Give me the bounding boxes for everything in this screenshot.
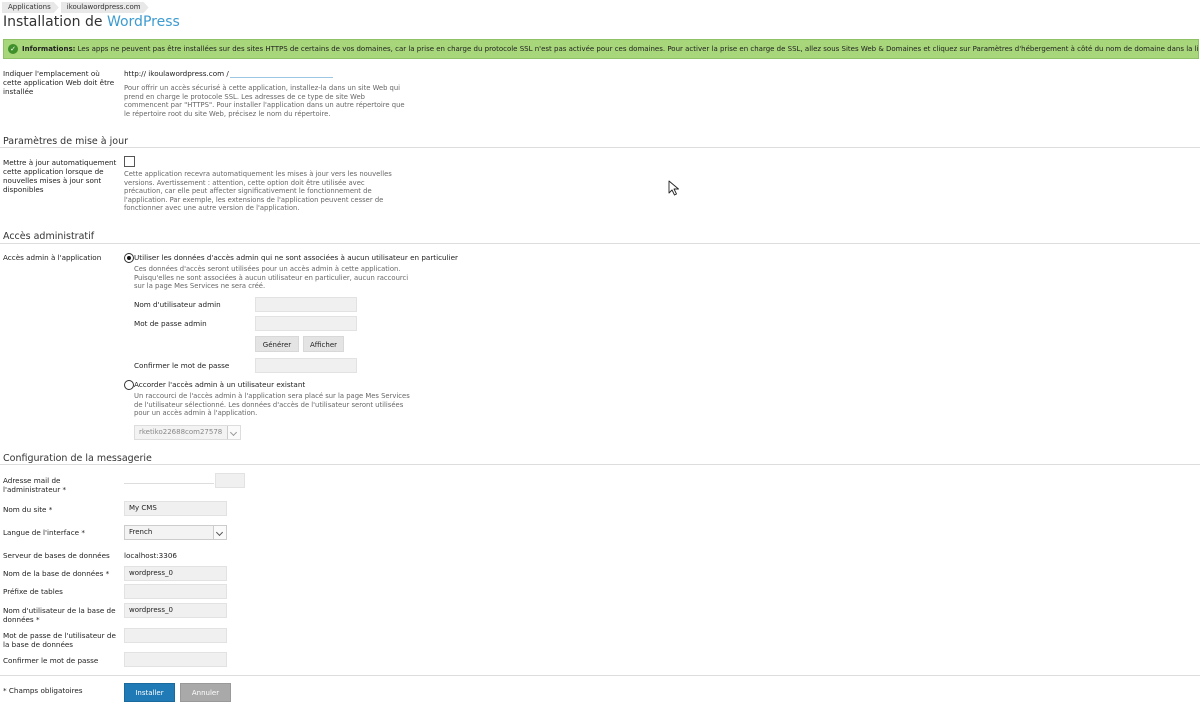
db-password-input[interactable] xyxy=(124,628,227,643)
show-password-button[interactable]: Afficher xyxy=(303,336,344,352)
info-label: Informations: xyxy=(22,45,76,53)
divider xyxy=(0,243,1200,244)
admin-password-input[interactable] xyxy=(255,316,357,331)
site-name-input[interactable]: My CMS xyxy=(124,501,227,516)
db-server-value: localhost:3306 xyxy=(124,551,177,560)
divider xyxy=(0,464,1200,465)
chevron-down-icon xyxy=(227,426,240,439)
existing-user-value: rketiko22688com27578 xyxy=(139,428,223,436)
divider xyxy=(0,147,1200,148)
table-prefix-label: Préfixe de tables xyxy=(3,587,63,596)
page-title-prefix: Installation de xyxy=(3,14,107,30)
language-select[interactable]: French xyxy=(124,525,227,540)
admin-email-label: Adresse mail de l'administrateur * xyxy=(3,476,67,494)
info-message: ✓ Informations: Les apps ne peuvent pas … xyxy=(3,39,1199,59)
admin-section-title: Accès administratif xyxy=(3,231,95,242)
language-value: French xyxy=(129,528,153,536)
admin-confirm-label: Confirmer le mot de passe xyxy=(134,361,230,370)
db-server-label: Serveur de bases de données xyxy=(3,551,110,560)
db-password-label: Mot de passe de l'utilisateur de la base… xyxy=(3,631,116,649)
cancel-button[interactable]: Annuler xyxy=(180,683,231,702)
divider xyxy=(0,675,1200,676)
mouse-pointer-icon xyxy=(668,180,679,196)
site-name-label: Nom du site * xyxy=(3,505,53,514)
page-title-brand: WordPress xyxy=(106,14,180,30)
breadcrumb-applications[interactable]: Applications xyxy=(2,2,59,13)
required-fields-note: * Champs obligatoires xyxy=(3,686,83,695)
admin-confirm-input[interactable] xyxy=(255,358,357,373)
language-label: Langue de l'interface * xyxy=(3,528,85,537)
install-button[interactable]: Installer xyxy=(124,683,175,702)
info-text: Les apps ne peuvent pas être installées … xyxy=(75,45,1199,53)
admin-option-existing-help: Un raccourci de l'accès admin à l'applic… xyxy=(134,392,410,418)
auto-update-checkbox[interactable] xyxy=(124,156,135,167)
table-prefix-input[interactable] xyxy=(124,584,227,599)
admin-option-generic-help: Ces données d'accès seront utilisées pou… xyxy=(134,265,409,291)
breadcrumb-domain[interactable]: ikoulawordpress.com xyxy=(61,2,149,13)
admin-email-domain[interactable] xyxy=(215,473,245,488)
location-label: Indiquer l'emplacement où cette applicat… xyxy=(3,69,115,96)
db-user-input[interactable]: wordpress_0 xyxy=(124,603,227,618)
mail-section-title: Configuration de la messagerie xyxy=(3,453,152,464)
db-user-label: Nom d'utilisateur de la base de données … xyxy=(3,606,116,624)
db-name-input[interactable]: wordpress_0 xyxy=(124,566,227,581)
admin-option-generic-label[interactable]: Utiliser les données d'accès admin qui n… xyxy=(134,253,458,262)
chevron-down-icon xyxy=(213,526,226,539)
page-title: Installation de WordPress xyxy=(3,14,180,30)
location-url-prefix: http:// ikoulawordpress.com / xyxy=(124,69,229,78)
admin-access-label: Accès admin à l'application xyxy=(3,253,102,262)
db-confirm-input[interactable] xyxy=(124,652,227,667)
location-help: Pour offrir un accès sécurisé à cette ap… xyxy=(124,84,405,118)
generate-password-button[interactable]: Générer xyxy=(255,336,299,352)
admin-option-generic-radio[interactable] xyxy=(124,253,134,263)
breadcrumb: Applications ikoulawordpress.com xyxy=(2,2,151,13)
admin-password-label: Mot de passe admin xyxy=(134,319,207,328)
admin-option-existing-label[interactable]: Accorder l'accès admin à un utilisateur … xyxy=(134,380,305,389)
admin-username-label: Nom d'utilisateur admin xyxy=(134,300,221,309)
install-directory-input[interactable] xyxy=(230,67,333,78)
db-name-label: Nom de la base de données * xyxy=(3,569,110,578)
auto-update-label: Mettre à jour automatiquement cette appl… xyxy=(3,158,117,194)
db-confirm-label: Confirmer le mot de passe xyxy=(3,656,99,665)
admin-username-input[interactable] xyxy=(255,297,357,312)
updates-section-title: Paramètres de mise à jour xyxy=(3,136,129,147)
admin-email-input[interactable] xyxy=(124,473,214,484)
check-circle-icon: ✓ xyxy=(8,44,18,54)
admin-option-existing-radio[interactable] xyxy=(124,380,134,390)
auto-update-help: Cette application recevra automatiquemen… xyxy=(124,170,392,213)
existing-user-select[interactable]: rketiko22688com27578 xyxy=(134,425,241,440)
